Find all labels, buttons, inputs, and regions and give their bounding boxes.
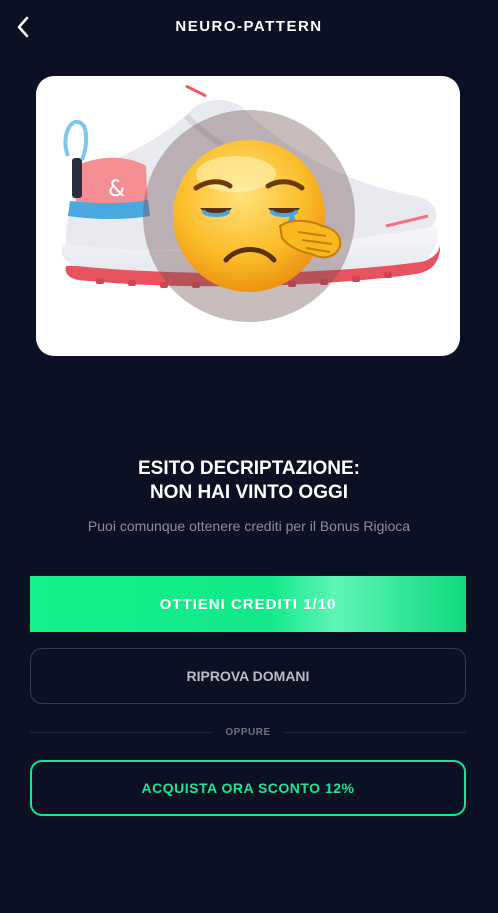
divider-line-left <box>30 731 212 733</box>
brand-mark: & <box>108 177 125 202</box>
get-credits-button[interactable]: OTTIENI CREDITI 1/10 <box>30 576 466 632</box>
retry-tomorrow-button[interactable]: RIPROVA DOMANI <box>30 648 466 704</box>
page-title: NEURO-PATTERN <box>175 18 323 35</box>
header: NEURO-PATTERN <box>0 0 498 56</box>
result-line-2: NON HAI VINTO OGGI <box>149 482 349 503</box>
result-title: ESITO DECRIPTAZIONE: NON HAI VINTO OGGI <box>0 457 498 505</box>
result-subtitle: Puoi comunque ottenere crediti per il Bo… <box>87 518 411 534</box>
divider-line-right <box>284 731 467 733</box>
product-card: & <box>36 76 460 356</box>
divider-label: OPPURE <box>225 726 271 738</box>
buy-now-button[interactable]: ACQUISTA ORA SCONTO 12% <box>30 760 466 816</box>
screen: NEURO-PATTERN & ESITO DECRIPTAZIONE: NON… <box>0 0 498 913</box>
product-image: & <box>61 84 440 322</box>
or-divider: OPPURE <box>30 724 467 740</box>
result-line-1: ESITO DECRIPTAZIONE: <box>137 458 361 479</box>
